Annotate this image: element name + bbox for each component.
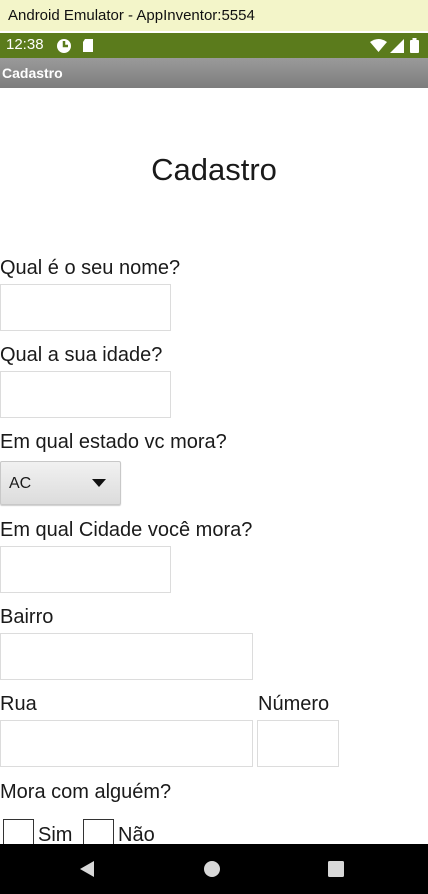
recents-icon[interactable] (328, 861, 344, 877)
state-dropdown[interactable]: AC (0, 461, 121, 505)
app-notification-icon (57, 39, 71, 53)
form-heading: Cadastro (151, 152, 277, 187)
window-title: Android Emulator - AppInventor:5554 (8, 7, 255, 24)
status-bar: 12:38 (0, 33, 428, 58)
back-icon[interactable] (78, 860, 96, 878)
app-title: Cadastro (2, 65, 63, 81)
battery-icon (410, 38, 419, 53)
street-input[interactable] (0, 720, 253, 767)
age-input[interactable] (0, 371, 171, 418)
number-input[interactable] (257, 720, 339, 767)
district-label: Bairro (0, 606, 54, 628)
lives-with-label: Mora com alguém? (0, 781, 172, 803)
name-input[interactable] (0, 284, 171, 331)
sd-card-icon (83, 39, 93, 52)
window-title-bar: Android Emulator - AppInventor:5554 (0, 0, 428, 31)
age-label: Qual a sua idade? (0, 344, 163, 366)
street-label: Rua (0, 693, 37, 715)
number-label: Número (258, 693, 330, 715)
status-time: 12:38 (6, 36, 44, 53)
home-icon[interactable] (203, 860, 221, 878)
name-label: Qual é o seu nome? (0, 257, 181, 279)
state-label: Em qual estado vc mora? (0, 431, 227, 453)
city-label: Em qual Cidade você mora? (0, 519, 253, 541)
navigation-bar (0, 844, 428, 894)
app-title-bar: Cadastro (0, 58, 428, 88)
signal-icon (390, 39, 404, 53)
district-input[interactable] (0, 633, 253, 680)
state-selected-value: AC (9, 475, 32, 492)
city-input[interactable] (0, 546, 171, 593)
wifi-icon (370, 39, 387, 52)
dropdown-arrow-icon (92, 479, 106, 487)
